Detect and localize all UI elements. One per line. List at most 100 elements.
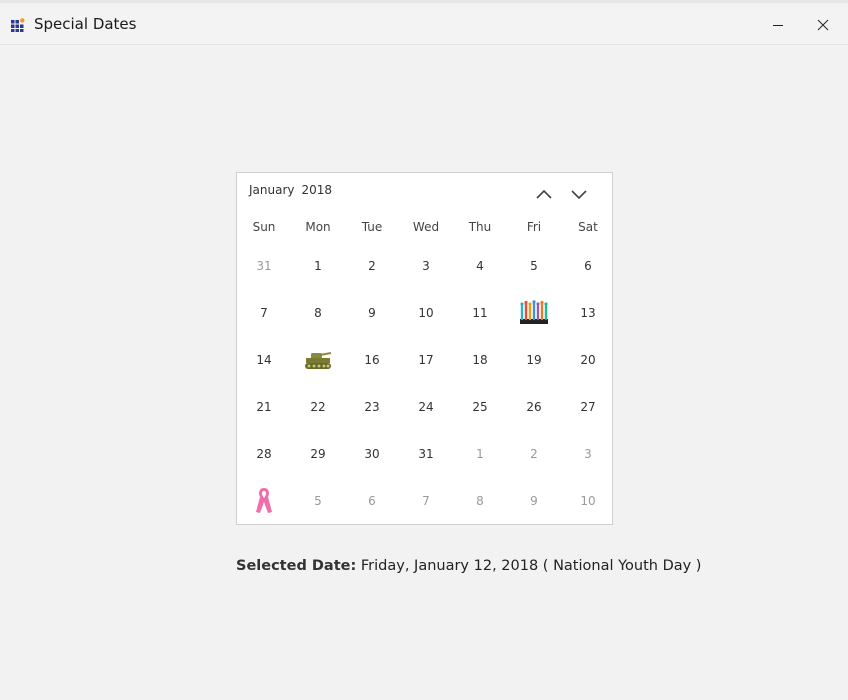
day-cell[interactable]: 1: [291, 251, 345, 281]
day-number: 16: [364, 353, 380, 367]
day-cell[interactable]: 30: [345, 439, 399, 469]
calendar-header[interactable]: January 2018: [249, 183, 339, 197]
day-number: 20: [580, 353, 596, 367]
day-number: 21: [256, 400, 272, 414]
day-cell[interactable]: 8: [453, 486, 507, 516]
day-cell[interactable]: 13: [561, 298, 615, 328]
day-cell[interactable]: 26: [507, 392, 561, 422]
day-number: 25: [472, 400, 488, 414]
day-cell[interactable]: 22: [291, 392, 345, 422]
day-cell[interactable]: 21: [237, 392, 291, 422]
day-cell[interactable]: 3: [561, 439, 615, 469]
day-number: 5: [530, 259, 538, 273]
day-cell[interactable]: 8: [291, 298, 345, 328]
day-number: 24: [418, 400, 434, 414]
day-cell[interactable]: 10: [399, 298, 453, 328]
day-number: 28: [256, 447, 272, 461]
day-cell[interactable]: 10: [561, 486, 615, 516]
day-cell[interactable]: 2: [345, 251, 399, 281]
selected-date-line: Selected Date: Friday, January 12, 2018 …: [236, 558, 701, 574]
day-cell[interactable]: 31: [237, 251, 291, 281]
day-number: 11: [472, 306, 488, 320]
day-cell[interactable]: 4: [453, 251, 507, 281]
day-number: 23: [364, 400, 380, 414]
minimize-icon: [773, 25, 783, 26]
day-cell[interactable]: 7: [237, 298, 291, 328]
day-number: 7: [422, 494, 430, 508]
day-cell[interactable]: 14: [237, 345, 291, 375]
day-number: 8: [476, 494, 484, 508]
day-cell[interactable]: 29: [291, 439, 345, 469]
day-number: 8: [314, 306, 322, 320]
weekday-thu: Thu: [468, 220, 492, 234]
day-cell[interactable]: 27: [561, 392, 615, 422]
day-cell[interactable]: 5: [291, 486, 345, 516]
calendar-month: January: [249, 183, 295, 197]
day-cell[interactable]: [507, 298, 561, 328]
day-cell[interactable]: 28: [237, 439, 291, 469]
window-title: Special Dates: [34, 15, 137, 33]
weekday-sun: Sun: [252, 220, 276, 234]
day-cell[interactable]: 2: [507, 439, 561, 469]
day-number: 2: [368, 259, 376, 273]
day-number: 14: [256, 353, 272, 367]
close-button[interactable]: [800, 9, 846, 41]
tank-icon: [291, 345, 345, 375]
day-cell[interactable]: 9: [345, 298, 399, 328]
title-bar[interactable]: Special Dates: [0, 6, 848, 45]
day-number: 29: [310, 447, 326, 461]
day-number: 31: [256, 259, 272, 273]
day-cell[interactable]: 7: [399, 486, 453, 516]
day-number: 27: [580, 400, 596, 414]
day-cell[interactable]: 5: [507, 251, 561, 281]
day-number: 17: [418, 353, 434, 367]
weekday-wed: Wed: [412, 220, 440, 234]
day-cell[interactable]: 19: [507, 345, 561, 375]
day-cell[interactable]: 17: [399, 345, 453, 375]
chevron-down-icon: [571, 190, 587, 200]
day-number: 5: [314, 494, 322, 508]
calendar: January 2018 Sun Mon Tue Wed Thu Fri Sat 31 1 2 3 4…: [236, 172, 613, 525]
day-cell[interactable]: 3: [399, 251, 453, 281]
day-number: 7: [260, 306, 268, 320]
day-number: 31: [418, 447, 434, 461]
day-number: 3: [422, 259, 430, 273]
day-number: 9: [530, 494, 538, 508]
chevron-up-icon: [536, 189, 552, 199]
day-number: 22: [310, 400, 326, 414]
day-cell[interactable]: 25: [453, 392, 507, 422]
day-number: 4: [476, 259, 484, 273]
day-cell[interactable]: 20: [561, 345, 615, 375]
weekday-fri: Fri: [526, 220, 542, 234]
day-cell[interactable]: 31: [399, 439, 453, 469]
minimize-button[interactable]: [755, 9, 801, 41]
day-cell[interactable]: [237, 486, 291, 516]
day-number: 1: [314, 259, 322, 273]
day-cell[interactable]: 18: [453, 345, 507, 375]
calendar-year: 2018: [301, 183, 333, 197]
day-number: 10: [580, 494, 596, 508]
day-cell[interactable]: 6: [561, 251, 615, 281]
weekday-sat: Sat: [578, 220, 598, 234]
day-cell[interactable]: 9: [507, 486, 561, 516]
day-cell[interactable]: [291, 345, 345, 375]
day-number: 3: [584, 447, 592, 461]
raised-hands-icon: [507, 298, 561, 328]
close-icon: [817, 19, 829, 31]
day-cell[interactable]: 23: [345, 392, 399, 422]
day-number: 1: [476, 447, 484, 461]
selected-date-value: Friday, January 12, 2018 ( National Yout…: [360, 558, 702, 574]
day-number: 18: [472, 353, 488, 367]
day-number: 30: [364, 447, 380, 461]
day-number: 26: [526, 400, 542, 414]
day-number: 2: [530, 447, 538, 461]
day-cell[interactable]: 6: [345, 486, 399, 516]
day-cell[interactable]: 11: [453, 298, 507, 328]
day-number: 6: [368, 494, 376, 508]
day-cell[interactable]: 16: [345, 345, 399, 375]
day-cell[interactable]: 1: [453, 439, 507, 469]
previous-month-button[interactable]: [532, 185, 556, 203]
day-cell[interactable]: 24: [399, 392, 453, 422]
day-number: 10: [418, 306, 434, 320]
next-month-button[interactable]: [567, 185, 591, 203]
